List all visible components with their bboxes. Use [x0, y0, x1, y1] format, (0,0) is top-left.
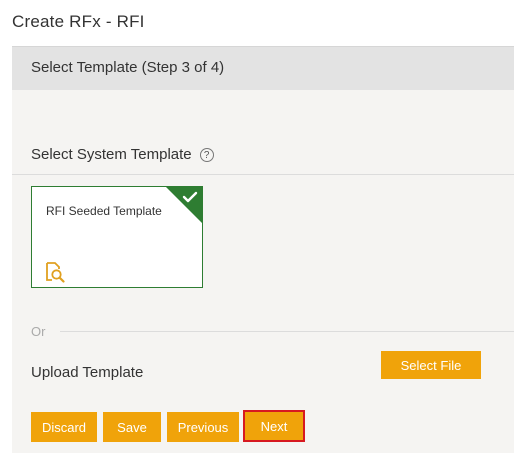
- previous-button[interactable]: Previous: [167, 412, 239, 442]
- document-search-icon[interactable]: [44, 261, 66, 283]
- or-separator-line: [60, 331, 514, 332]
- template-card-rfi-seeded[interactable]: RFI Seeded Template: [31, 186, 203, 288]
- step-header: Select Template (Step 3 of 4): [12, 46, 514, 90]
- save-button[interactable]: Save: [103, 412, 161, 442]
- system-template-heading: Select System Template ?: [31, 146, 214, 163]
- or-separator-label: Or: [31, 324, 46, 339]
- template-card-label: RFI Seeded Template: [46, 204, 162, 218]
- select-file-button[interactable]: Select File: [381, 351, 481, 379]
- divider: [12, 174, 514, 175]
- system-template-heading-text: Select System Template: [31, 146, 192, 163]
- next-button[interactable]: Next: [243, 410, 305, 442]
- upload-template-heading: Upload Template: [31, 364, 144, 381]
- step-title: Select Template (Step 3 of 4): [31, 59, 225, 76]
- checkmark-icon: [166, 187, 202, 223]
- help-icon[interactable]: ?: [199, 147, 214, 162]
- page-title: Create RFx - RFI: [12, 12, 145, 31]
- template-step-panel: Select Template (Step 3 of 4) Select Sys…: [12, 46, 514, 453]
- discard-button[interactable]: Discard: [31, 412, 97, 442]
